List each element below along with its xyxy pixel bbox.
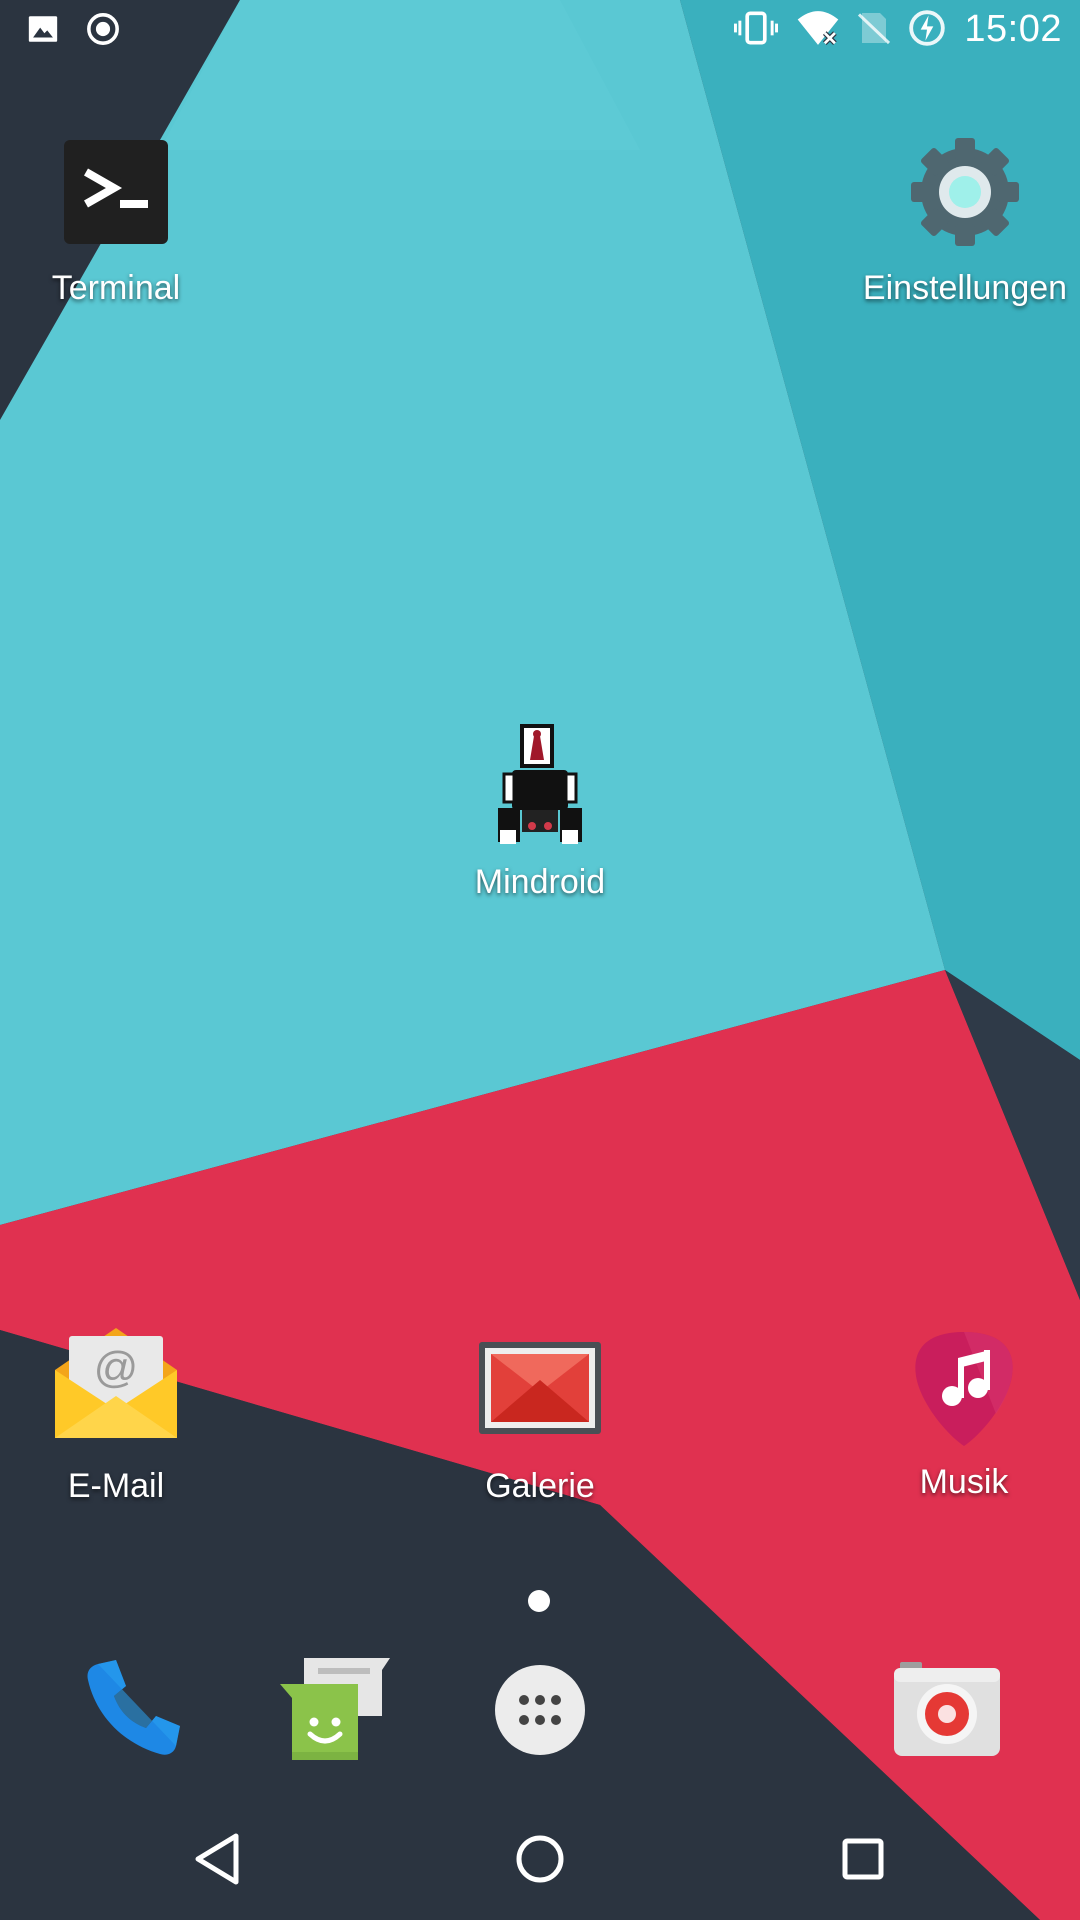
app-music[interactable]: Musik [864, 1330, 1064, 1502]
vibrate-icon [734, 10, 779, 50]
svg-text:@: @ [94, 1343, 139, 1392]
app-gallery[interactable]: Galerie [440, 1340, 640, 1506]
app-label: Mindroid [474, 863, 606, 901]
app-settings[interactable]: Einstellungen [862, 132, 1068, 308]
home-icon[interactable] [505, 1824, 575, 1894]
app-label: E-Mail [67, 1467, 165, 1505]
app-label: Einstellungen [862, 269, 1068, 307]
music-icon [912, 1330, 1016, 1448]
app-label: Terminal [51, 269, 181, 307]
app-terminal[interactable]: Terminal [20, 138, 212, 308]
battery-charging-icon [908, 9, 946, 51]
phone-icon[interactable] [80, 1656, 184, 1760]
navigation-bar [0, 1794, 1080, 1920]
gallery-icon [477, 1340, 603, 1436]
robot-icon [490, 722, 590, 858]
email-icon: @ [53, 1326, 179, 1444]
wifi-no-internet-icon [796, 9, 840, 51]
app-label: Galerie [485, 1467, 595, 1505]
home-screen: 15:02 Terminal Einstellungen Mindroid @ … [0, 0, 1080, 1920]
camera-icon[interactable] [892, 1660, 1002, 1760]
recents-icon[interactable] [828, 1824, 898, 1894]
status-bar: 15:02 [0, 0, 1080, 60]
app-label: Musik [919, 1463, 1009, 1501]
app-drawer-icon[interactable] [494, 1664, 586, 1756]
gear-icon [905, 132, 1025, 252]
image-icon [26, 12, 60, 50]
clock: 15:02 [964, 8, 1062, 50]
app-email[interactable]: @ E-Mail [16, 1326, 216, 1506]
back-icon[interactable] [182, 1824, 252, 1894]
page-indicator-dot [528, 1590, 550, 1612]
app-mindroid[interactable]: Mindroid [440, 722, 640, 902]
terminal-icon [62, 138, 170, 246]
record-icon [86, 12, 120, 50]
no-sim-icon [858, 10, 891, 50]
messaging-icon[interactable] [278, 1656, 394, 1764]
